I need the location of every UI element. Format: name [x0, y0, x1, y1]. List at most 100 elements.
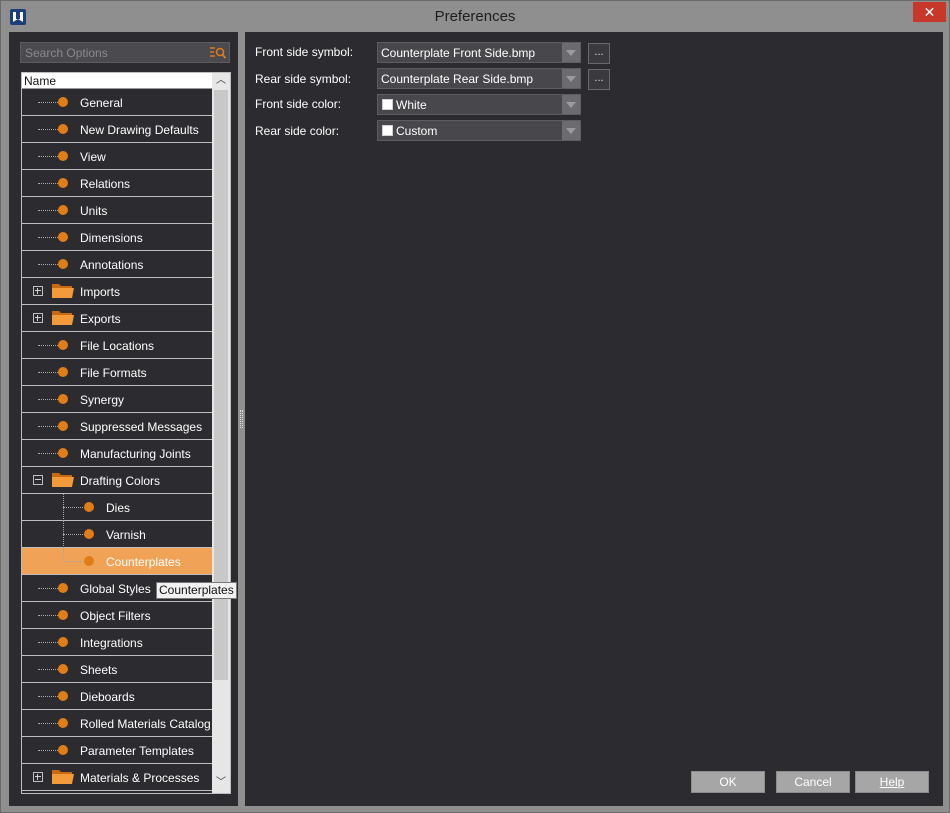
tree-item-label: New Drawing Defaults [80, 123, 199, 137]
tree-item-label: Rolled Materials Catalog [80, 717, 211, 731]
expand-icon[interactable] [33, 772, 43, 782]
tree-item-integrations[interactable]: Integrations [22, 629, 212, 656]
option-dot-icon [58, 394, 68, 404]
options-tree[interactable]: Name General New Drawing Defaults View Rela… [21, 72, 231, 794]
chevron-down-icon[interactable] [562, 69, 580, 88]
tree-item-parameter-templates[interactable]: Parameter Templates [22, 737, 212, 764]
tree-item-label: Imports [80, 285, 121, 299]
option-dot-icon [58, 151, 68, 161]
front-symbol-browse-button[interactable]: ... [588, 43, 610, 64]
option-dot-icon [58, 637, 68, 647]
scroll-up-button[interactable]: ︿ [212, 73, 230, 89]
splitter-grip-icon[interactable] [240, 410, 243, 428]
ok-button[interactable]: OK [691, 771, 765, 793]
front-color-swatch [382, 99, 393, 110]
tree-item-relations[interactable]: Relations [22, 170, 212, 197]
option-dot-icon [58, 448, 68, 458]
tree-item-counterplates[interactable]: Counterplates [22, 548, 212, 575]
rear-color-dropdown[interactable]: Custom [377, 120, 581, 141]
tree-item-label: View [80, 150, 106, 164]
tree-item-dimensions[interactable]: Dimensions [22, 224, 212, 251]
tree-item-object-filters[interactable]: Object Filters [22, 602, 212, 629]
tree-item-label: Suppressed Messages [80, 420, 203, 434]
rear-symbol-dropdown[interactable]: Counterplate Rear Side.bmp [377, 68, 581, 89]
tree-item-label: Drafting Colors [80, 474, 161, 488]
option-dot-icon [58, 745, 68, 755]
search-box[interactable] [20, 42, 230, 63]
option-dot-icon [58, 232, 68, 242]
tree-item-varnish[interactable]: Varnish [22, 521, 212, 548]
tree-scrollbar[interactable]: ︿ ﹀ [212, 73, 230, 793]
rear-color-value: Custom [396, 124, 438, 138]
tree-item-view[interactable]: View [22, 143, 212, 170]
rear-symbol-value: Counterplate Rear Side.bmp [381, 72, 534, 86]
pane-splitter[interactable] [238, 32, 245, 806]
tree-item-dies[interactable]: Dies [22, 494, 212, 521]
rear-color-label: Rear side color: [255, 124, 340, 138]
tree-item-manufacturing-joints[interactable]: Manufacturing Joints [22, 440, 212, 467]
tree-item-general[interactable]: General [22, 89, 212, 116]
tree-item-label: Exports [80, 312, 121, 326]
tree-item-label: Sheets [80, 663, 118, 677]
front-color-dropdown[interactable]: White [377, 94, 581, 115]
tree-item-file-formats[interactable]: File Formats [22, 359, 212, 386]
option-dot-icon [58, 367, 68, 377]
tree-item-dieboards[interactable]: Dieboards [22, 683, 212, 710]
option-dot-icon [84, 502, 94, 512]
tree-item-new-drawing-defaults[interactable]: New Drawing Defaults [22, 116, 212, 143]
tree-item-sheets[interactable]: Sheets [22, 656, 212, 683]
front-symbol-dropdown[interactable]: Counterplate Front Side.bmp [377, 42, 581, 63]
chevron-down-icon[interactable] [562, 43, 580, 62]
option-dot-icon [58, 124, 68, 134]
tree-item-label: Dies [106, 501, 131, 515]
help-button[interactable]: Help [855, 771, 929, 793]
folder-icon [51, 470, 74, 489]
search-filter-icon[interactable] [210, 46, 226, 60]
column-header-name: Name [24, 74, 57, 88]
expand-icon[interactable] [33, 286, 43, 296]
tree-item-synergy[interactable]: Synergy [22, 386, 212, 413]
cancel-button[interactable]: Cancel [776, 771, 850, 793]
tree-item-units[interactable]: Units [22, 197, 212, 224]
option-dot-icon [58, 718, 68, 728]
chevron-down-icon[interactable] [562, 95, 580, 114]
tree-item-label: Relations [80, 177, 131, 191]
tree-item-label: Synergy [80, 393, 125, 407]
front-symbol-value: Counterplate Front Side.bmp [381, 46, 536, 60]
tree-item-rolled-materials-catalog[interactable]: Rolled Materials Catalog [22, 710, 212, 737]
tree-item-label: Dieboards [80, 690, 135, 704]
tree-item-label: Parameter Templates [80, 744, 194, 758]
window-title: Preferences [434, 8, 516, 25]
front-color-label: Front side color: [255, 97, 342, 111]
tree-connector [63, 548, 64, 562]
tree-item-label: Annotations [80, 258, 144, 272]
option-dot-icon [58, 205, 68, 215]
tree-item-label: Global Styles [80, 582, 151, 596]
option-dot-icon [58, 97, 68, 107]
tree-item-annotations[interactable]: Annotations [22, 251, 212, 278]
tree-item-label: File Locations [80, 339, 155, 353]
title-bar: Preferences ✕ [1, 1, 949, 33]
tree-item-exports[interactable]: Exports [22, 305, 212, 332]
tree-item-materials-processes[interactable]: Materials & Processes [22, 764, 212, 791]
tree-item-suppressed-messages[interactable]: Suppressed Messages [22, 413, 212, 440]
scroll-down-button[interactable]: ﹀ [212, 775, 230, 791]
option-dot-icon [58, 178, 68, 188]
expand-icon[interactable] [33, 313, 43, 323]
chevron-down-icon[interactable] [562, 121, 580, 140]
tree-column-header[interactable]: Name [22, 73, 212, 89]
tree-item-label: Counterplates [106, 555, 181, 569]
option-dot-icon [84, 556, 94, 566]
close-button[interactable]: ✕ [913, 2, 946, 22]
option-dot-icon [58, 610, 68, 620]
tree-item-imports[interactable]: Imports [22, 278, 212, 305]
tree-item-file-locations[interactable]: File Locations [22, 332, 212, 359]
tree-item-label: File Formats [80, 366, 147, 380]
tree-item-drafting-colors[interactable]: Drafting Colors [22, 467, 212, 494]
tree-item-label: Units [80, 204, 108, 218]
rear-symbol-browse-button[interactable]: ... [588, 69, 610, 90]
collapse-icon[interactable] [33, 475, 43, 485]
search-input[interactable] [25, 46, 205, 60]
tree-item-label: Manufacturing Joints [80, 447, 191, 461]
option-dot-icon [58, 664, 68, 674]
